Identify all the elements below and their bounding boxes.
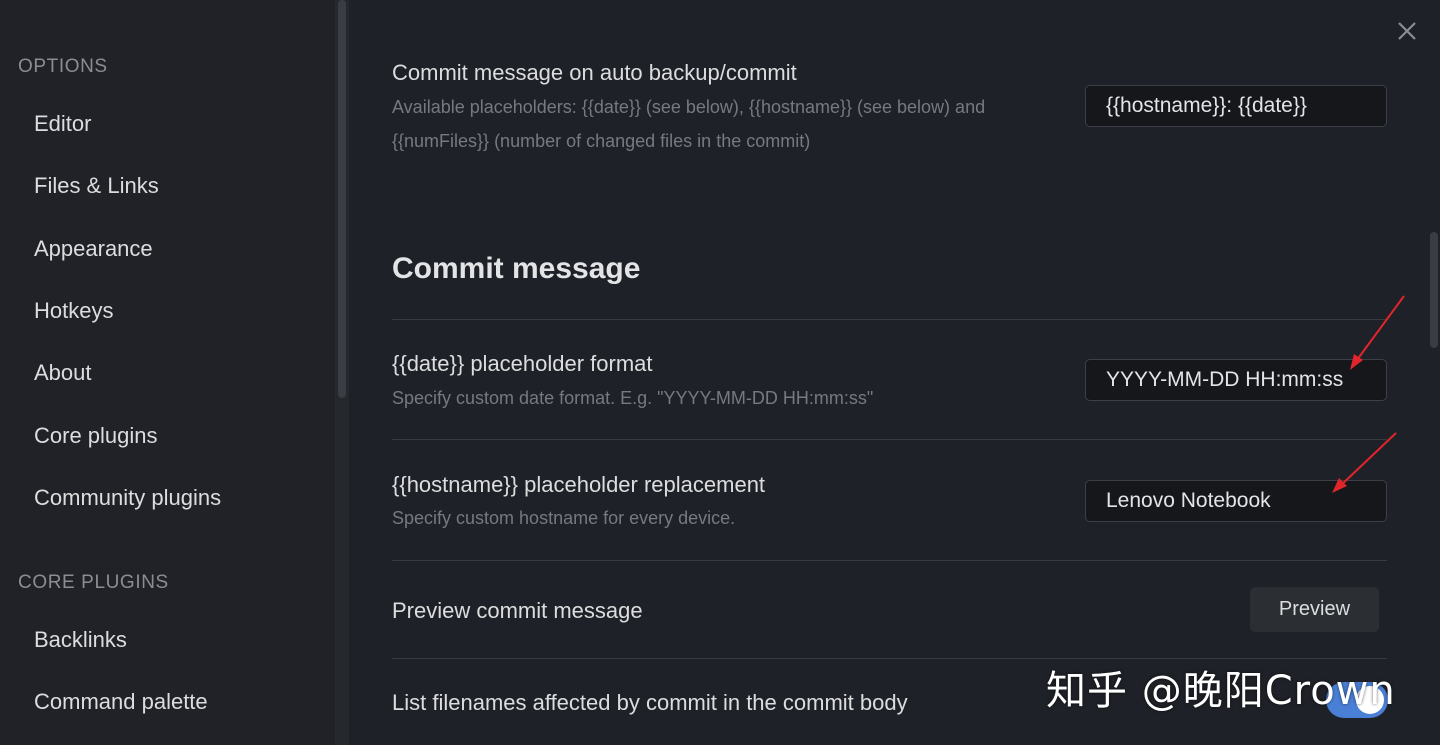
sidebar-item-hotkeys[interactable]: Hotkeys: [34, 298, 113, 324]
auto-commit-message-input[interactable]: {{hostname}}: {{date}}: [1085, 85, 1387, 127]
sidebar-item-community-plugins[interactable]: Community plugins: [34, 485, 221, 511]
close-icon[interactable]: [1394, 18, 1420, 44]
hostname-label: {{hostname}} placeholder replacement: [392, 472, 766, 497]
annotation-arrow-icon: [1332, 432, 1397, 493]
sidebar-item-about[interactable]: About: [34, 360, 92, 386]
options-section-title: OPTIONS: [18, 56, 108, 77]
sidebar-scrollbar[interactable]: [335, 0, 349, 745]
date-format-description: Specify custom date format. E.g. "YYYY-M…: [392, 388, 874, 408]
preview-button[interactable]: Preview: [1250, 587, 1379, 632]
watermark: 知乎 @晚阳Crown: [1046, 668, 1396, 714]
list-filenames-label: List filenames affected by commit in the…: [392, 690, 908, 715]
settings-sidebar: OPTIONS Editor Files & Links Appearance …: [0, 0, 335, 745]
auto-commit-message-description: Available placeholders: {{date}} (see be…: [392, 90, 1062, 158]
divider: [392, 439, 1387, 440]
divider: [392, 560, 1387, 561]
section-heading-commit-message: Commit message: [392, 252, 641, 285]
sidebar-scrollbar-thumb[interactable]: [338, 0, 346, 398]
sidebar-item-editor[interactable]: Editor: [34, 111, 91, 137]
sidebar-item-core-plugins[interactable]: Core plugins: [34, 423, 158, 449]
content-scrollbar-thumb[interactable]: [1430, 232, 1438, 348]
auto-commit-message-label: Commit message on auto backup/commit: [392, 60, 797, 85]
auto-commit-description-line: Available placeholders: {{date}} (see be…: [392, 97, 986, 117]
auto-commit-description-line: {{numFiles}} (number of changed files in…: [392, 131, 811, 151]
sidebar-item-backlinks[interactable]: Backlinks: [34, 627, 127, 653]
preview-commit-message-label: Preview commit message: [392, 598, 643, 623]
hostname-description: Specify custom hostname for every device…: [392, 508, 736, 528]
sidebar-item-appearance[interactable]: Appearance: [34, 236, 153, 262]
sidebar-item-command-palette[interactable]: Command palette: [34, 689, 208, 715]
annotation-arrow-icon: [1350, 295, 1405, 370]
sidebar-item-files-links[interactable]: Files & Links: [34, 173, 159, 199]
divider: [392, 319, 1387, 320]
core-plugins-section-title: CORE PLUGINS: [18, 572, 169, 593]
date-format-label: {{date}} placeholder format: [392, 351, 653, 376]
